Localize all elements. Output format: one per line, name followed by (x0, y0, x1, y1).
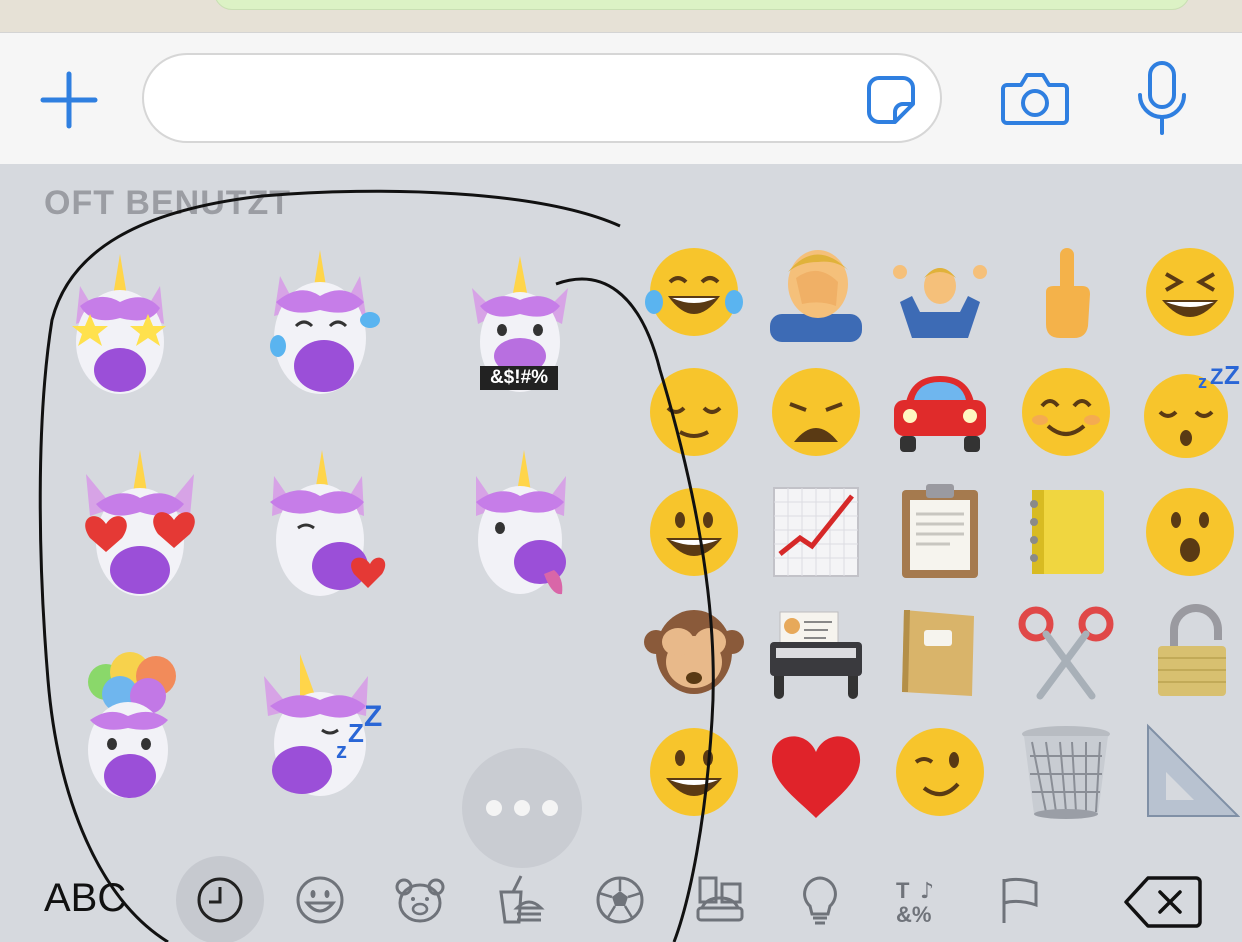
svg-text:♪: ♪ (920, 879, 934, 904)
message-text-field[interactable] (142, 53, 942, 143)
emoji-smiling-face-with-smiling-eyes[interactable] (1016, 362, 1116, 462)
camera-icon (1001, 73, 1069, 125)
camera-button[interactable] (996, 61, 1074, 135)
sticker-unicorn-star-eyes[interactable] (40, 246, 200, 406)
microphone-icon (1138, 61, 1186, 135)
svg-text:z: z (1198, 372, 1207, 392)
food-icon[interactable] (476, 856, 564, 942)
svg-text:T: T (896, 878, 910, 903)
emoji-see-no-evil-monkey[interactable] (644, 602, 744, 702)
svg-text:&%: &% (896, 902, 931, 926)
emoji-middle-finger[interactable] (1016, 242, 1116, 342)
sticker-button[interactable] (864, 73, 918, 127)
emoji-red-heart[interactable] (766, 722, 866, 822)
emoji-winking-face[interactable] (890, 722, 990, 822)
sticker-unicorn-mind-blown[interactable] (60, 646, 220, 806)
emoji-ledger[interactable] (1016, 482, 1116, 582)
emoji-clipboard[interactable] (890, 482, 990, 582)
microphone-button[interactable] (1128, 57, 1196, 141)
animals-icon[interactable] (376, 856, 464, 942)
emoji-category-bar: ABC T ♪ &% (0, 834, 1242, 942)
emoji-triangular-ruler[interactable] (1140, 722, 1240, 822)
emoji-grid: z Z Z (640, 238, 1242, 838)
emoji-keyboard: OFT BENUTZT &$!#% z Z Z z Z Z ABC T ♪ &% (0, 164, 1242, 942)
sticker-unicorn-sleeping[interactable]: z Z Z (240, 646, 400, 806)
emoji-squinting-face[interactable] (1140, 242, 1240, 342)
emoji-card-index[interactable] (766, 602, 866, 702)
backspace-icon (1124, 876, 1202, 928)
outgoing-message-bubble[interactable] (214, 0, 1190, 10)
sticker-unicorn-wink-heart[interactable] (240, 446, 400, 606)
objects-icon[interactable] (776, 856, 864, 942)
message-input-bar (0, 32, 1242, 164)
svg-text:Z: Z (364, 700, 382, 733)
emoji-chart-increasing[interactable] (766, 482, 866, 582)
emoji-unlocked[interactable] (1140, 602, 1240, 702)
symbols-icon[interactable]: T ♪ &% (876, 856, 964, 942)
emoji-grinning-face-with-big-eyes[interactable] (644, 482, 744, 582)
svg-text:Z: Z (348, 718, 364, 748)
emoji-scissors[interactable] (1016, 602, 1116, 702)
abc-keyboard-button[interactable]: ABC (44, 876, 126, 921)
emoji-man-shrugging[interactable] (890, 242, 990, 342)
more-dot (486, 800, 502, 816)
travel-icon[interactable] (676, 856, 764, 942)
sticker-grid: &$!#% z Z Z (40, 246, 640, 868)
sticker-icon (867, 76, 915, 124)
smileys-icon[interactable] (276, 856, 364, 942)
backspace-button[interactable] (1124, 874, 1202, 930)
emoji-sleeping-face[interactable]: z Z Z (1140, 362, 1240, 462)
sticker-caption: &$!#% (480, 366, 558, 390)
emoji-wastebasket[interactable] (1016, 722, 1116, 822)
sticker-unicorn-heart-eyes[interactable] (60, 446, 220, 606)
chat-background (0, 0, 1242, 32)
section-title: OFT BENUTZT (44, 184, 292, 222)
svg-text:z: z (336, 738, 347, 763)
svg-text:Z: Z (1210, 364, 1223, 389)
sticker-unicorn-tongue-out[interactable] (440, 446, 600, 606)
emoji-notebook[interactable] (890, 602, 990, 702)
attach-plus-button[interactable] (32, 63, 106, 137)
emoji-relieved-face[interactable] (644, 362, 744, 462)
emoji-weary-face[interactable] (766, 362, 866, 462)
emoji-face-with-open-mouth[interactable] (1140, 482, 1240, 582)
emoji-grinning-face[interactable] (644, 722, 744, 822)
flags-icon[interactable] (976, 856, 1064, 942)
svg-text:Z: Z (1224, 362, 1240, 390)
more-dot (514, 800, 530, 816)
sports-icon[interactable] (576, 856, 664, 942)
plus-icon (40, 71, 98, 129)
emoji-man-facepalming[interactable] (766, 242, 866, 342)
sticker-unicorn-laughing-tears[interactable] (240, 246, 400, 406)
emoji-face-with-tears-of-joy[interactable] (644, 242, 744, 342)
more-dot (542, 800, 558, 816)
recent-clock-icon[interactable] (176, 856, 264, 942)
emoji-automobile[interactable] (890, 362, 990, 462)
